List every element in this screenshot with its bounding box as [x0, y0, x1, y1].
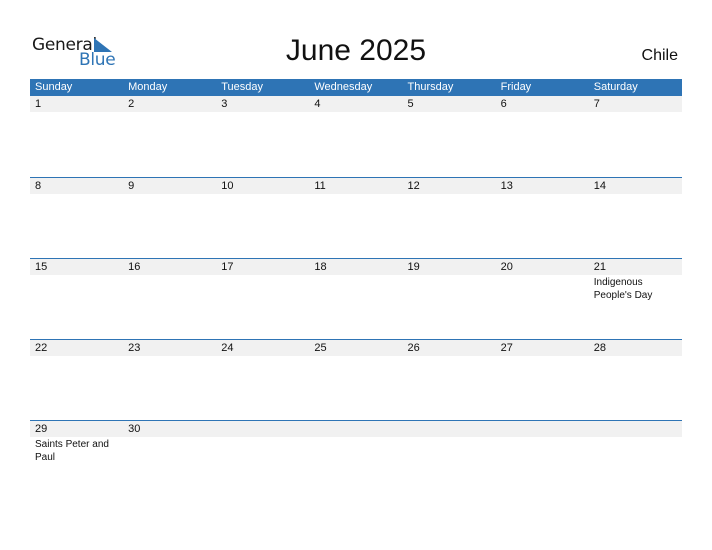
day-cell: 11: [309, 178, 403, 258]
weekday-tuesday: Tuesday: [221, 81, 264, 93]
day-cell: 27: [495, 340, 589, 420]
day-cell: 2: [123, 96, 217, 177]
day-cell: 12: [402, 178, 496, 258]
day-number: 27: [495, 340, 589, 356]
day-cell: 8: [30, 178, 124, 258]
day-number: [588, 421, 682, 437]
day-cell: 20: [495, 259, 589, 339]
day-number: [309, 421, 403, 437]
day-number: 6: [495, 96, 589, 112]
day-cell: 14: [588, 178, 682, 258]
week-row: 29 Saints Peter and Paul 30: [30, 420, 682, 501]
weeks-container: 1 2 3 4 5 6 7 8 9 10 11 12 13 14 15 16 17 18 19 20 21 Indigen…: [30, 96, 682, 501]
page-title: June 2025: [285, 34, 427, 67]
day-number: 9: [123, 178, 217, 194]
calendar: Sunday Monday Tuesday Wednesday Thursday…: [30, 79, 682, 501]
day-cell: 18: [309, 259, 403, 339]
day-cell: 30: [123, 421, 217, 501]
day-cell: 1: [30, 96, 124, 177]
day-number: 11: [309, 178, 403, 194]
day-cell: 26: [402, 340, 496, 420]
day-number: 25: [309, 340, 403, 356]
day-cell: 10: [216, 178, 310, 258]
day-cell: 4: [309, 96, 403, 177]
day-cell: 21 Indigenous People's Day: [588, 259, 682, 339]
weekday-friday: Friday: [500, 81, 532, 93]
day-number: [216, 421, 310, 437]
day-cell: 23: [123, 340, 217, 420]
day-number: 28: [588, 340, 682, 356]
holiday-label: Indigenous People's Day: [593, 277, 653, 301]
day-cell: 25: [309, 340, 403, 420]
day-number: 22: [30, 340, 124, 356]
day-number: 1: [30, 96, 124, 112]
day-number: 29: [30, 421, 124, 437]
day-cell: 3: [216, 96, 310, 177]
day-number: [402, 421, 496, 437]
country-label: Chile: [641, 47, 678, 64]
holiday-label: Saints Peter and Paul: [35, 439, 109, 463]
day-cell: 24: [216, 340, 310, 420]
weekday-sunday: Sunday: [35, 81, 73, 93]
day-number: 13: [495, 178, 589, 194]
day-number: 18: [309, 259, 403, 275]
day-cell: 13: [495, 178, 589, 258]
day-number: 30: [123, 421, 217, 437]
day-number: 26: [402, 340, 496, 356]
day-number: 23: [123, 340, 217, 356]
day-cell: 7: [588, 96, 682, 177]
day-cell: 6: [495, 96, 589, 177]
weekday-monday: Monday: [128, 81, 168, 93]
day-cell: 9: [123, 178, 217, 258]
day-number: 19: [402, 259, 496, 275]
day-number: 3: [216, 96, 310, 112]
weekday-header: Sunday Monday Tuesday Wednesday Thursday…: [30, 79, 682, 96]
day-number: 24: [216, 340, 310, 356]
day-number: 16: [123, 259, 217, 275]
week-row: 22 23 24 25 26 27 28: [30, 339, 682, 420]
day-number: 5: [402, 96, 496, 112]
day-number: 20: [495, 259, 589, 275]
day-number: 2: [123, 96, 217, 112]
day-number: 17: [216, 259, 310, 275]
day-number: 4: [309, 96, 403, 112]
weekday-thursday: Thursday: [407, 81, 454, 93]
day-cell: 5: [402, 96, 496, 177]
day-cell: [309, 421, 403, 501]
day-cell: [402, 421, 496, 501]
day-number: 12: [402, 178, 496, 194]
day-cell: 22: [30, 340, 124, 420]
week-row: 1234567: [30, 96, 682, 177]
week-row: 8 9 10 11 12 13 14: [30, 177, 682, 258]
day-cell: 16: [123, 259, 217, 339]
day-cell: 15: [30, 259, 124, 339]
day-cell: [588, 421, 682, 501]
day-cell: 28: [588, 340, 682, 420]
weekday-saturday: Saturday: [593, 81, 638, 93]
day-cell: 29 Saints Peter and Paul: [30, 421, 124, 501]
day-number: 7: [588, 96, 682, 112]
day-number: [495, 421, 589, 437]
day-cell: [495, 421, 589, 501]
weekday-wednesday: Wednesday: [314, 81, 373, 93]
week-row: 15 16 17 18 19 20 21 Indigenous People's Day: [30, 258, 682, 339]
day-cell: 17: [216, 259, 310, 339]
day-number: 15: [30, 259, 124, 275]
day-number: 8: [30, 178, 124, 194]
day-cell: [216, 421, 310, 501]
day-number: 10: [216, 178, 310, 194]
day-cell: 19: [402, 259, 496, 339]
day-number: 21: [588, 259, 682, 275]
day-number: 14: [588, 178, 682, 194]
